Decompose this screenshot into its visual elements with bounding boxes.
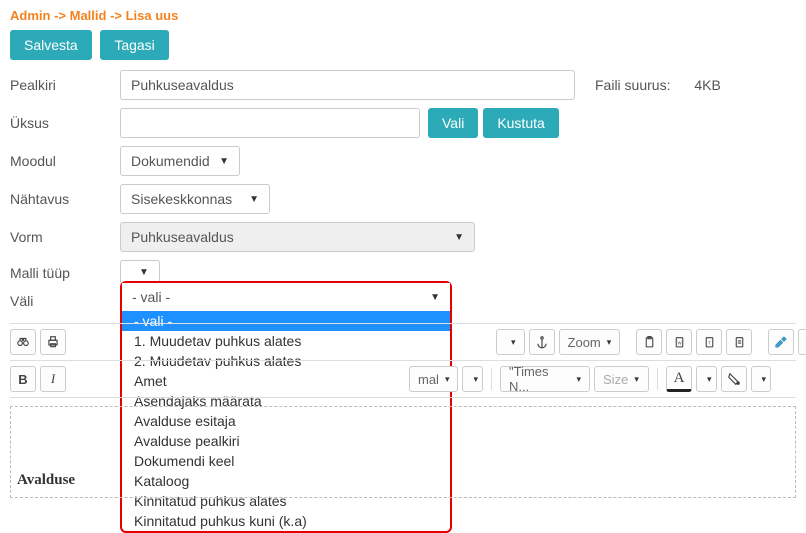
- breadcrumb-sep1: ->: [50, 8, 69, 23]
- binoculars-icon[interactable]: [10, 329, 36, 355]
- file-size-label: Faili suurus:: [595, 77, 670, 93]
- action-buttons: Salvesta Tagasi: [10, 30, 796, 60]
- bold-button[interactable]: B: [10, 366, 36, 392]
- row-visibility: Nähtavus Sisekeskkonnas ▼: [10, 184, 796, 214]
- module-select[interactable]: Dokumendid ▼: [120, 146, 240, 176]
- chevron-down-icon: ▾: [707, 374, 712, 385]
- row-module: Moodul Dokumendid ▼: [10, 146, 796, 176]
- chevron-down-icon: ▾: [473, 374, 478, 385]
- visibility-select[interactable]: Sisekeskkonnas ▼: [120, 184, 270, 214]
- file-size-value: 4KB: [694, 77, 720, 93]
- row-title: Pealkiri Faili suurus: 4KB: [10, 70, 796, 100]
- label-unit: Üksus: [10, 115, 120, 131]
- brush-options[interactable]: ▾: [798, 329, 806, 355]
- save-button[interactable]: Salvesta: [10, 30, 92, 60]
- doc-heading-fragment: Avalduse: [17, 472, 789, 489]
- chevron-down-icon: ▼: [454, 232, 464, 243]
- choose-button[interactable]: Vali: [428, 108, 478, 138]
- delete-button[interactable]: Kustuta: [483, 108, 558, 138]
- label-template-type: Malli tüüp: [10, 265, 120, 281]
- paragraph-style-value: mal: [418, 372, 439, 387]
- zoom-select[interactable]: Zoom ▾: [559, 329, 621, 355]
- chevron-down-icon: ▾: [634, 374, 639, 385]
- title-input[interactable]: [120, 70, 575, 100]
- field-select-placeholder: - vali -: [132, 289, 170, 305]
- chevron-down-icon: ▾: [445, 374, 450, 385]
- chevron-down-icon: ▾: [762, 374, 767, 385]
- size-select-value: Size: [603, 372, 628, 387]
- paste-plain-icon[interactable]: [726, 329, 752, 355]
- field-select-closed[interactable]: - vali - ▼: [122, 283, 450, 311]
- size-select[interactable]: Size ▾: [594, 366, 649, 392]
- clipboard-icon[interactable]: [636, 329, 662, 355]
- module-select-value: Dokumendid: [131, 153, 210, 169]
- zoom-label: Zoom: [568, 335, 601, 350]
- label-module: Moodul: [10, 153, 120, 169]
- chevron-down-icon: ▾: [576, 374, 581, 385]
- label-title: Pealkiri: [10, 77, 120, 93]
- paste-text-icon[interactable]: T: [696, 329, 722, 355]
- paragraph-style-select[interactable]: mal ▾: [409, 366, 458, 392]
- paste-word-icon[interactable]: W: [666, 329, 692, 355]
- brush-icon[interactable]: [768, 329, 794, 355]
- editor-canvas[interactable]: Avalduse: [10, 406, 796, 498]
- font-select[interactable]: "Times N... ▾: [500, 366, 590, 392]
- bgcolor-button[interactable]: [721, 366, 747, 392]
- breadcrumb-sep2: ->: [106, 8, 125, 23]
- print-icon[interactable]: [40, 329, 66, 355]
- anchor-icon[interactable]: [529, 329, 555, 355]
- label-form: Vorm: [10, 229, 120, 245]
- form-select-value: Puhkuseavaldus: [131, 229, 234, 245]
- field-option[interactable]: Kinnitatud puhkus kuni (k.a): [122, 511, 450, 531]
- chevron-down-icon: ▼: [139, 267, 149, 278]
- chevron-down-icon: ▼: [430, 292, 440, 303]
- visibility-select-value: Sisekeskkonnas: [131, 191, 232, 207]
- chevron-down-icon: ▾: [607, 337, 612, 348]
- toolbar-separator: [491, 368, 492, 390]
- breadcrumb: Admin -> Mallid -> Lisa uus: [10, 8, 796, 23]
- breadcrumb-lisauus: Lisa uus: [126, 8, 179, 23]
- toolbar-separator: [657, 368, 658, 390]
- svg-text:T: T: [708, 341, 711, 346]
- font-select-value: "Times N...: [509, 364, 570, 394]
- breadcrumb-mallid[interactable]: Mallid: [70, 8, 107, 23]
- row-form: Vorm Puhkuseavaldus ▼: [10, 222, 796, 252]
- svg-text:W: W: [677, 341, 682, 346]
- row-unit: Üksus Vali Kustuta: [10, 108, 796, 138]
- breadcrumb-admin[interactable]: Admin: [10, 8, 50, 23]
- chevron-down-icon: ▾: [511, 337, 516, 348]
- bgcolor-options[interactable]: ▾: [751, 366, 772, 392]
- chevron-down-icon: ▼: [219, 156, 229, 167]
- toolbar-select-1[interactable]: ▾: [496, 329, 525, 355]
- editor-toolbar-row2: B I mal ▾ ▾ "Times N... ▾ Size ▾ A ▾: [10, 361, 796, 398]
- font-color-button[interactable]: A: [666, 366, 692, 392]
- label-visibility: Nähtavus: [10, 191, 120, 207]
- paragraph-style-options[interactable]: ▾: [462, 366, 483, 392]
- font-color-options[interactable]: ▾: [696, 366, 717, 392]
- chevron-down-icon: ▼: [249, 194, 259, 205]
- form-select[interactable]: Puhkuseavaldus ▼: [120, 222, 475, 252]
- editor-toolbar-row1: ▾ Zoom ▾ W T ▾: [10, 323, 796, 361]
- unit-input[interactable]: [120, 108, 420, 138]
- back-button[interactable]: Tagasi: [100, 30, 168, 60]
- italic-button[interactable]: I: [40, 366, 66, 392]
